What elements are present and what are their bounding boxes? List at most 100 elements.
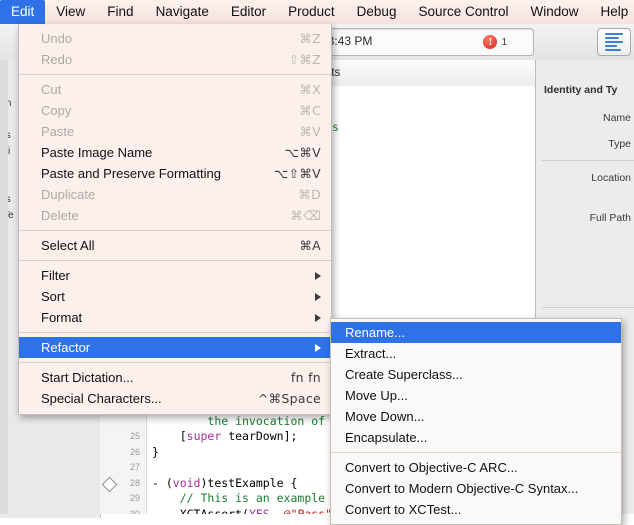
code-line: [super tearDown]; <box>152 429 298 445</box>
menu-item-label: Refactor <box>41 340 91 355</box>
menu-item-label: Convert to Objective-C ARC... <box>345 460 518 475</box>
right-panel-toggle-button[interactable] <box>597 28 631 56</box>
menu-separator <box>19 74 331 75</box>
edit-menu-dropdown[interactable]: Undo ⌘Z Redo ⇧⌘Z Cut ⌘X Copy ⌘C Paste ⌘V Paste Ima… <box>18 24 332 415</box>
refactor-item-encapsulate[interactable]: Encapsulate... <box>331 427 621 448</box>
line-number: 27 <box>129 462 140 472</box>
refactor-item-create-superclass[interactable]: Create Superclass... <box>331 364 621 385</box>
list-view-icon <box>605 31 623 53</box>
menubar-item-product[interactable]: Product <box>277 0 346 25</box>
menu-item-label: Rename... <box>345 325 405 340</box>
menubar-item-edit[interactable]: Edit <box>0 0 46 25</box>
menu-item-label: Create Superclass... <box>345 367 463 382</box>
menu-separator <box>19 332 331 333</box>
edit-menu-item-select-all[interactable]: Select All ⌘A <box>19 235 331 256</box>
menu-item-label: Extract... <box>345 346 397 361</box>
menu-item-shortcut: ⌘Z <box>299 31 321 46</box>
refactor-submenu[interactable]: Rename... Extract... Create Superclass... M… <box>330 318 622 525</box>
menubar-item-window[interactable]: Window <box>520 0 590 25</box>
code-token: tearDown]; <box>221 429 298 443</box>
menu-item-label: Sort <box>41 289 65 304</box>
inspector-label-fullpath: Full Path <box>589 212 631 224</box>
navigator-edge-strip <box>0 60 8 514</box>
submenu-arrow-icon <box>315 271 321 280</box>
code-token: XCTAssert( <box>179 506 249 515</box>
menubar-item-help[interactable]: Help <box>590 0 634 25</box>
menubar-item-source-control[interactable]: Source Control <box>407 0 519 25</box>
menu-item-label: Undo <box>41 31 73 46</box>
inspector-label-type: Type <box>608 138 631 150</box>
menu-item-label: Move Up... <box>345 388 408 403</box>
menu-item-label: Paste Image Name <box>41 145 153 160</box>
menu-item-shortcut: ^⌘Space <box>257 391 321 406</box>
error-circle-icon: ! <box>483 35 498 49</box>
refactor-item-convert-to-modern-objective-c-syntax[interactable]: Convert to Modern Objective-C Syntax... <box>331 478 621 499</box>
menu-item-shortcut: ⌘C <box>299 103 321 118</box>
code-token: } <box>152 444 159 459</box>
edit-menu-item-paste: Paste ⌘V <box>19 121 331 142</box>
menubar-item-view[interactable]: View <box>45 0 96 25</box>
menu-item-shortcut: ⌘V <box>299 124 321 139</box>
menu-item-shortcut: ⌘A <box>299 238 321 253</box>
edit-menu-item-start-dictation[interactable]: Start Dictation... fn fn <box>19 367 331 388</box>
menubar-item-navigate[interactable]: Navigate <box>145 0 220 25</box>
edit-menu-item-special-characters[interactable]: Special Characters... ^⌘Space <box>19 388 331 409</box>
edit-menu-item-paste-image-name[interactable]: Paste Image Name ⌥⌘V <box>19 142 331 163</box>
refactor-item-convert-to-objective-c-arc[interactable]: Convert to Objective-C ARC... <box>331 457 621 478</box>
refactor-item-extract[interactable]: Extract... <box>331 343 621 364</box>
edit-menu-item-filter[interactable]: Filter <box>19 265 331 286</box>
code-line: the invocation of <box>152 414 325 430</box>
menu-item-label: Copy <box>41 103 72 118</box>
menu-item-shortcut: ⇧⌘Z <box>288 52 321 67</box>
menu-item-label: Convert to XCTest... <box>345 502 462 517</box>
edit-menu-item-format[interactable]: Format <box>19 307 331 328</box>
code-line: // This is an example <box>152 491 325 507</box>
menu-item-label: Move Down... <box>345 409 425 424</box>
edit-menu-item-duplicate: Duplicate ⌘D <box>19 184 331 205</box>
menubar-item-find[interactable]: Find <box>96 0 144 25</box>
menu-item-label: Duplicate <box>41 187 96 202</box>
inspector-divider <box>542 160 634 161</box>
menu-item-label: Special Characters... <box>41 391 162 406</box>
edit-menu-item-refactor[interactable]: Refactor <box>19 337 331 358</box>
code-token: // This is an example <box>179 491 326 505</box>
menu-item-shortcut: ⌘D <box>298 187 321 202</box>
edit-menu-item-paste-and-preserve-formatting[interactable]: Paste and Preserve Formatting ⌥⇧⌘V <box>19 163 331 184</box>
menu-separator <box>19 230 331 231</box>
menu-item-shortcut: fn fn <box>290 370 321 385</box>
submenu-arrow-icon <box>315 292 321 301</box>
edit-menu-item-copy: Copy ⌘C <box>19 100 331 121</box>
menu-item-shortcut: ⌘X <box>299 82 321 97</box>
menubar-item-debug[interactable]: Debug <box>346 0 408 25</box>
line-number: 29 <box>129 493 140 503</box>
code-line: - (void)testExample { <box>152 476 297 492</box>
menu-item-shortcut: ⌥⇧⌘V <box>273 166 321 181</box>
menu-separator <box>331 452 621 453</box>
inspector-divider-2 <box>542 307 634 308</box>
line-number: 25 <box>129 431 140 441</box>
menu-item-shortcut: ⌘⌫ <box>290 208 321 223</box>
refactor-item-rename[interactable]: Rename... <box>331 322 621 343</box>
menu-item-label: Delete <box>41 208 79 223</box>
edit-menu-item-sort[interactable]: Sort <box>19 286 331 307</box>
error-badge[interactable]: ! 1 <box>483 35 507 49</box>
code-token: [ <box>179 429 187 443</box>
refactor-item-convert-to-xctest[interactable]: Convert to XCTest... <box>331 499 621 520</box>
menu-item-label: Encapsulate... <box>345 430 428 445</box>
fold-marker-icon[interactable] <box>101 476 118 492</box>
menu-separator <box>19 362 331 363</box>
menu-item-label: Redo <box>41 52 73 67</box>
inspector-label-location: Location <box>591 172 631 184</box>
submenu-arrow-icon <box>315 343 321 352</box>
refactor-item-move-up[interactable]: Move Up... <box>331 385 621 406</box>
menu-item-label: Paste <box>41 124 75 139</box>
menubar-item-editor[interactable]: Editor <box>220 0 277 25</box>
submenu-arrow-icon <box>315 313 321 322</box>
refactor-item-move-down[interactable]: Move Down... <box>331 406 621 427</box>
menu-item-label: Filter <box>41 268 70 283</box>
menu-item-label: Convert to Modern Objective-C Syntax... <box>345 481 579 496</box>
